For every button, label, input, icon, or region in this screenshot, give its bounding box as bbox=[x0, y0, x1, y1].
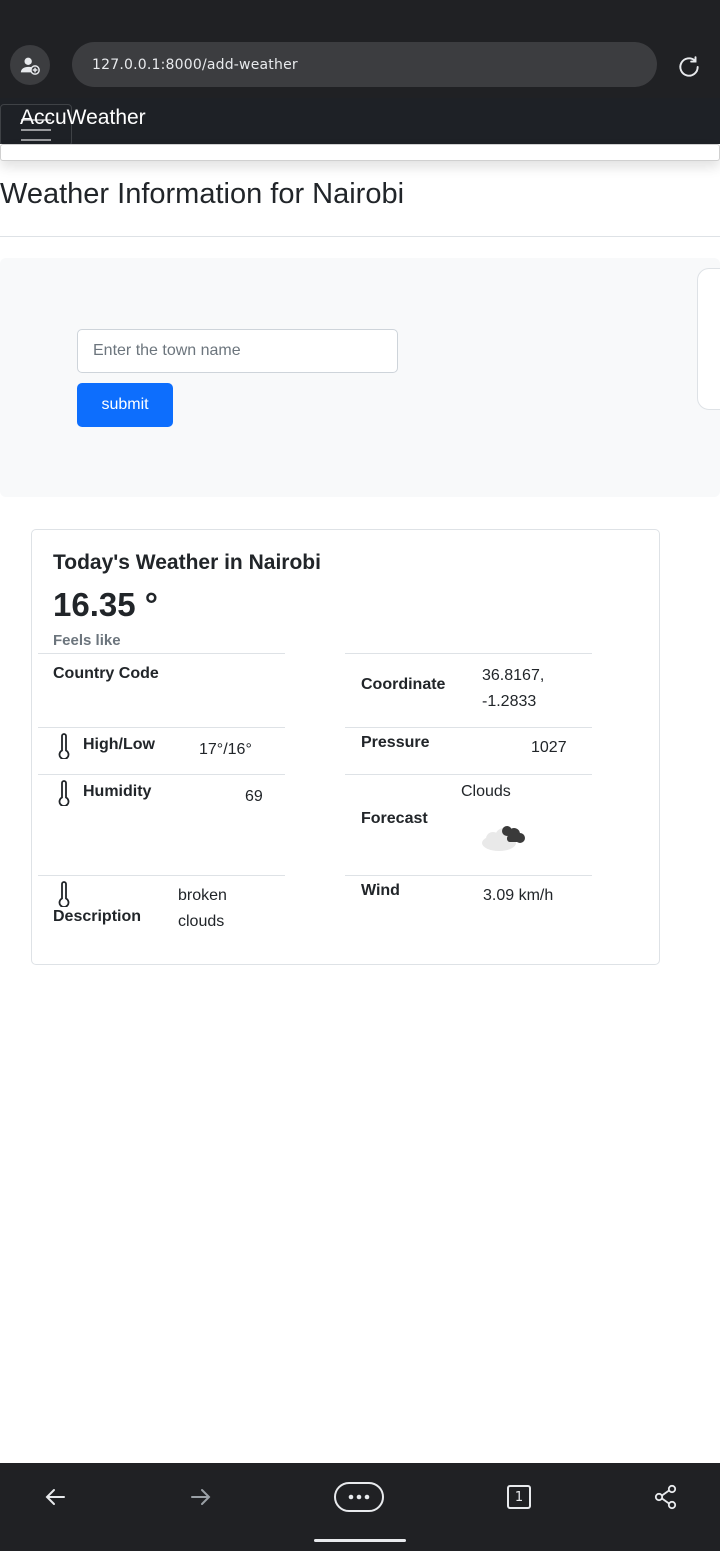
browser-toolbar: 127.0.0.1:8000/add-weather bbox=[0, 0, 720, 98]
pressure-value: 1027 bbox=[531, 739, 567, 756]
wind-label: Wind bbox=[361, 882, 400, 899]
forecast-label: Forecast bbox=[361, 810, 428, 827]
high-low-value: 17°/16° bbox=[199, 741, 252, 758]
more-horizontal-icon bbox=[348, 1494, 370, 1500]
humidity-value: 69 bbox=[245, 788, 263, 805]
url-text: 127.0.0.1:8000/add-weather bbox=[92, 56, 298, 73]
search-section: submit bbox=[0, 258, 720, 497]
row-divider bbox=[38, 727, 285, 728]
reload-button[interactable] bbox=[671, 49, 707, 85]
thermometer-icon bbox=[58, 733, 70, 759]
page-title: Weather Information for Nairobi bbox=[0, 178, 405, 210]
row-divider bbox=[345, 653, 592, 654]
profile-button[interactable] bbox=[10, 45, 50, 85]
submit-button[interactable]: submit bbox=[77, 383, 173, 427]
thermometer-icon bbox=[58, 881, 70, 907]
back-button[interactable] bbox=[36, 1483, 76, 1511]
coordinate-value-line1: 36.8167, bbox=[482, 667, 545, 684]
row-divider bbox=[38, 653, 285, 654]
row-divider bbox=[345, 774, 592, 775]
site-navbar: AccuWeather bbox=[0, 98, 720, 146]
pressure-label: Pressure bbox=[361, 734, 430, 751]
humidity-label: Humidity bbox=[83, 783, 152, 800]
row-divider bbox=[345, 875, 592, 876]
weather-card: Today's Weather in Nairobi 16.35 ° Feels… bbox=[31, 529, 660, 965]
arrow-right-icon bbox=[191, 1489, 211, 1505]
home-indicator bbox=[314, 1539, 406, 1542]
broken-clouds-icon bbox=[482, 826, 525, 851]
description-value-line1: broken bbox=[178, 887, 227, 904]
menu-icon-line bbox=[21, 139, 51, 141]
share-button[interactable] bbox=[652, 1483, 680, 1511]
browser-bottom-bar: 1 bbox=[0, 1463, 720, 1551]
feels-like-label: Feels like bbox=[53, 632, 121, 649]
arrow-left-icon bbox=[45, 1489, 65, 1505]
high-low-label: High/Low bbox=[83, 736, 155, 753]
description-value-line2: clouds bbox=[178, 913, 225, 930]
user-add-icon bbox=[20, 57, 40, 75]
thermometer-icon bbox=[58, 780, 70, 806]
card-title: Today's Weather in Nairobi bbox=[53, 551, 321, 574]
forecast-value: Clouds bbox=[461, 783, 511, 800]
tab-count: 1 bbox=[514, 1489, 524, 1505]
description-label: Description bbox=[53, 908, 142, 925]
navbar-collapse bbox=[0, 144, 720, 161]
wind-value: 3.09 km/h bbox=[483, 887, 554, 904]
reload-icon bbox=[679, 56, 699, 77]
divider bbox=[0, 236, 720, 237]
coordinate-value-line2: -1.2833 bbox=[482, 693, 537, 710]
temperature: 16.35 ° bbox=[53, 586, 158, 623]
side-card bbox=[697, 268, 720, 410]
row-divider bbox=[345, 727, 592, 728]
row-divider bbox=[38, 875, 285, 876]
coordinate-label: Coordinate bbox=[361, 676, 446, 693]
row-divider bbox=[38, 774, 285, 775]
menu-button[interactable] bbox=[334, 1482, 384, 1512]
share-icon bbox=[654, 1484, 677, 1510]
country-code-label: Country Code bbox=[53, 665, 159, 682]
forward-button[interactable] bbox=[180, 1483, 220, 1511]
address-bar[interactable]: 127.0.0.1:8000/add-weather bbox=[72, 42, 657, 87]
town-input[interactable] bbox=[77, 329, 398, 373]
brand-link[interactable]: AccuWeather bbox=[20, 106, 146, 130]
tabs-button[interactable]: 1 bbox=[507, 1485, 531, 1509]
